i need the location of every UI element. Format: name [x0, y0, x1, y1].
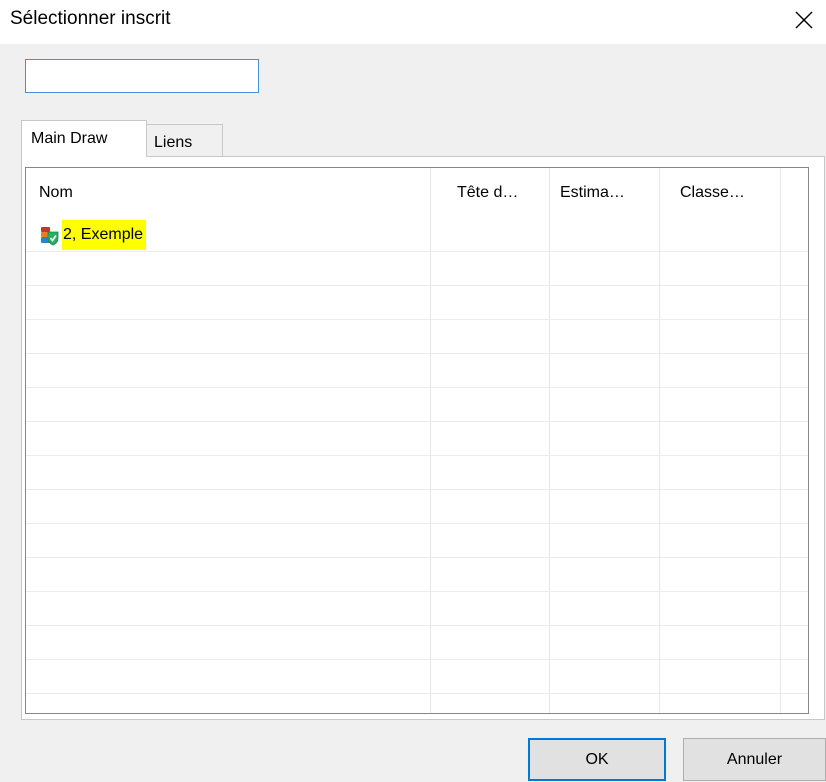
close-icon: [795, 11, 813, 29]
grid-line: [26, 285, 808, 286]
grid-line: [26, 387, 808, 388]
tab-liens-label: Liens: [154, 134, 193, 151]
grid-line: [26, 659, 808, 660]
grid-line: [26, 319, 808, 320]
grid-line: [26, 455, 808, 456]
grid-line: [26, 625, 808, 626]
grid-line: [26, 489, 808, 490]
grid-line: [26, 557, 808, 558]
column-header-nom[interactable]: Nom: [39, 184, 73, 202]
grid-line: [26, 523, 808, 524]
column-separator[interactable]: [780, 168, 781, 713]
grid-line: [26, 421, 808, 422]
column-separator[interactable]: [549, 168, 550, 713]
search-input[interactable]: [25, 59, 259, 93]
tab-main-draw-label: Main Draw: [31, 130, 108, 147]
cancel-button[interactable]: Annuler: [683, 738, 826, 781]
grid-line: [26, 353, 808, 354]
dialog-title: Sélectionner inscrit: [10, 8, 171, 29]
column-header-estimation[interactable]: Estima…: [560, 184, 625, 202]
grid-line: [26, 591, 808, 592]
ok-button[interactable]: OK: [528, 738, 666, 781]
column-separator[interactable]: [659, 168, 660, 713]
grid-line: [26, 693, 808, 694]
tab-liens[interactable]: Liens: [147, 124, 223, 157]
player-entry-icon: [41, 226, 59, 245]
column-separator[interactable]: [430, 168, 431, 713]
row-nom: 2, Exemple: [62, 219, 147, 250]
entries-list[interactable]: Nom Tête d… Estima… Classe… 2, Exemple: [25, 167, 809, 714]
column-header-tete[interactable]: Tête d…: [457, 184, 518, 202]
grid-line: [26, 251, 808, 252]
title-bar: Sélectionner inscrit: [0, 0, 826, 44]
column-header-classement[interactable]: Classe…: [680, 184, 745, 202]
table-row[interactable]: 2, Exemple: [39, 218, 147, 251]
close-button[interactable]: [790, 6, 818, 34]
tab-main-draw[interactable]: Main Draw: [21, 120, 147, 157]
